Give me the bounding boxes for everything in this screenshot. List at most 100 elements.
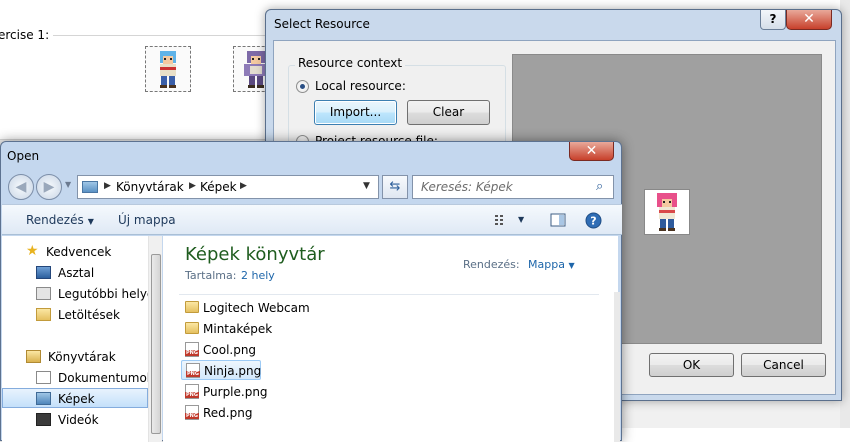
list-item[interactable]: Red.png bbox=[181, 403, 261, 423]
list-item-selected[interactable]: Ninja.png bbox=[181, 360, 261, 380]
open-dialog-title: Open bbox=[7, 149, 40, 163]
command-toolbar: Rendezés ▼ Új mappa ▼ ? bbox=[2, 204, 622, 235]
arrange-by-dropdown[interactable]: Mappa ▼ bbox=[528, 258, 575, 271]
nav-item-desktop[interactable]: Asztal bbox=[2, 263, 148, 283]
resource-context-title: Resource context bbox=[295, 56, 406, 70]
nav-label: Letöltések bbox=[58, 308, 120, 322]
clear-button[interactable]: Clear bbox=[407, 100, 490, 125]
forward-arrow-icon: ▶ bbox=[43, 179, 55, 195]
documents-icon bbox=[36, 371, 51, 384]
organize-menu[interactable]: Rendezés ▼ bbox=[26, 213, 94, 227]
cancel-button[interactable]: Cancel bbox=[741, 353, 826, 377]
import-button[interactable]: Import... bbox=[314, 100, 397, 125]
back-button[interactable]: ◀ bbox=[8, 174, 34, 200]
forward-button[interactable]: ▶ bbox=[36, 174, 62, 200]
pictures-icon bbox=[36, 392, 51, 405]
refresh-button[interactable]: ⇆ bbox=[382, 175, 408, 199]
breadcrumb-chevron-icon[interactable]: ▶ bbox=[104, 181, 111, 191]
file-name: Purple.png bbox=[203, 385, 268, 399]
ok-button[interactable]: OK bbox=[649, 353, 734, 377]
new-folder-button[interactable]: Új mappa bbox=[118, 213, 176, 227]
desktop-icon bbox=[36, 266, 51, 279]
select-resource-title: Select Resource bbox=[274, 17, 370, 31]
folder-icon bbox=[185, 322, 199, 334]
back-arrow-icon: ◀ bbox=[15, 179, 27, 195]
arrange-caret-icon: ▼ bbox=[568, 261, 575, 270]
nav-item-videos[interactable]: Videók bbox=[2, 410, 148, 430]
preview-image bbox=[644, 189, 690, 235]
organize-label: Rendezés bbox=[26, 213, 84, 227]
nav-label: Dokumentumok bbox=[58, 371, 154, 385]
recent-pages-dropdown[interactable]: ▼ bbox=[65, 180, 71, 189]
downloads-folder-icon bbox=[36, 308, 51, 321]
file-name: Logitech Webcam bbox=[203, 301, 310, 315]
local-resource-radio[interactable] bbox=[296, 80, 309, 93]
nav-label: Asztal bbox=[58, 266, 95, 280]
nav-item-documents[interactable]: Dokumentumok bbox=[2, 368, 154, 388]
file-name: Cool.png bbox=[203, 343, 257, 357]
open-file-dialog: Open ✕ ◀ ▶ ▼ ▶ Könyvtárak ▶ Képek ▶ ▼ ⇆ … bbox=[0, 141, 622, 442]
search-input[interactable]: Keresés: Képek ⌕ bbox=[412, 175, 614, 199]
red-sprite-image bbox=[657, 193, 677, 231]
help-button[interactable]: ? bbox=[760, 10, 786, 30]
address-dropdown-icon[interactable]: ▼ bbox=[363, 181, 370, 191]
navigation-pane: ★ Kedvencek Asztal Legutóbbi helyek Letö… bbox=[2, 236, 162, 442]
content-scrollbar[interactable] bbox=[614, 292, 620, 442]
breadcrumb-libraries[interactable]: Könyvtárak bbox=[116, 180, 184, 194]
png-file-icon bbox=[185, 342, 199, 357]
content-divider bbox=[179, 294, 599, 295]
list-item[interactable]: Mintaképek bbox=[181, 319, 273, 339]
nav-label: Kedvencek bbox=[46, 245, 112, 259]
list-item[interactable]: Purple.png bbox=[181, 382, 269, 402]
file-list-pane: Képek könyvtár Tartalma: 2 hely Rendezés… bbox=[163, 236, 620, 442]
nav-item-recent-places[interactable]: Legutóbbi helyek bbox=[2, 284, 161, 304]
nav-item-libraries[interactable]: Könyvtárak bbox=[2, 347, 148, 367]
library-locations-link[interactable]: 2 hely bbox=[241, 269, 275, 282]
nav-item-favorites[interactable]: ★ Kedvencek bbox=[2, 242, 148, 262]
star-icon: ★ bbox=[26, 243, 39, 259]
nav-label: Képek bbox=[58, 392, 95, 406]
search-icon: ⌕ bbox=[596, 179, 604, 194]
png-file-icon bbox=[185, 384, 199, 399]
videos-icon bbox=[36, 413, 51, 426]
preview-pane-icon[interactable] bbox=[550, 212, 566, 228]
exercise-group-label: ercise 1: bbox=[0, 28, 54, 42]
arrange-by-value: Mappa bbox=[528, 258, 565, 271]
nav-item-downloads[interactable]: Letöltések bbox=[2, 305, 148, 325]
list-item[interactable]: Cool.png bbox=[181, 340, 261, 360]
open-dialog-close-button[interactable]: ✕ bbox=[569, 142, 614, 161]
help-icon[interactable]: ? bbox=[585, 212, 602, 229]
nav-scrollbar[interactable] bbox=[148, 236, 162, 442]
file-name: Ninja.png bbox=[204, 364, 262, 378]
breadcrumb-chevron-icon[interactable]: ▶ bbox=[189, 181, 196, 191]
refresh-icon: ⇆ bbox=[389, 179, 401, 194]
view-options-icon[interactable] bbox=[494, 212, 510, 228]
libraries-icon bbox=[26, 350, 41, 363]
pictures-library-icon bbox=[82, 181, 98, 193]
organize-caret-icon: ▼ bbox=[87, 217, 94, 226]
nav-scrollbar-thumb[interactable] bbox=[151, 254, 161, 434]
library-contents-label: Tartalma: bbox=[185, 269, 237, 282]
nav-label: Videók bbox=[58, 413, 99, 427]
nav-label: Könyvtárak bbox=[48, 350, 116, 364]
file-name: Red.png bbox=[203, 406, 253, 420]
list-item[interactable]: Logitech Webcam bbox=[181, 298, 311, 318]
nav-item-pictures[interactable]: Képek bbox=[2, 388, 148, 408]
group-divider bbox=[40, 35, 270, 36]
nav-label: Legutóbbi helyek bbox=[58, 287, 162, 301]
search-placeholder: Keresés: Képek bbox=[421, 180, 513, 194]
sprite-slot-1[interactable] bbox=[145, 46, 191, 92]
select-resource-close-button[interactable]: ✕ bbox=[786, 10, 832, 30]
svg-text:?: ? bbox=[590, 215, 596, 228]
local-resource-label: Local resource: bbox=[315, 79, 406, 93]
png-file-icon bbox=[185, 405, 199, 420]
arrange-by-label: Rendezés: bbox=[463, 258, 520, 271]
recent-places-icon bbox=[36, 287, 51, 300]
view-dropdown-icon[interactable]: ▼ bbox=[518, 215, 524, 224]
breadcrumb-chevron-icon[interactable]: ▶ bbox=[240, 181, 247, 191]
ninja-sprite-image bbox=[160, 51, 176, 88]
file-name: Mintaképek bbox=[203, 322, 273, 336]
library-title: Képek könyvtár bbox=[185, 244, 325, 265]
address-bar[interactable]: ▶ Könyvtárak ▶ Képek ▶ ▼ bbox=[77, 175, 379, 199]
breadcrumb-pictures[interactable]: Képek bbox=[200, 180, 237, 194]
